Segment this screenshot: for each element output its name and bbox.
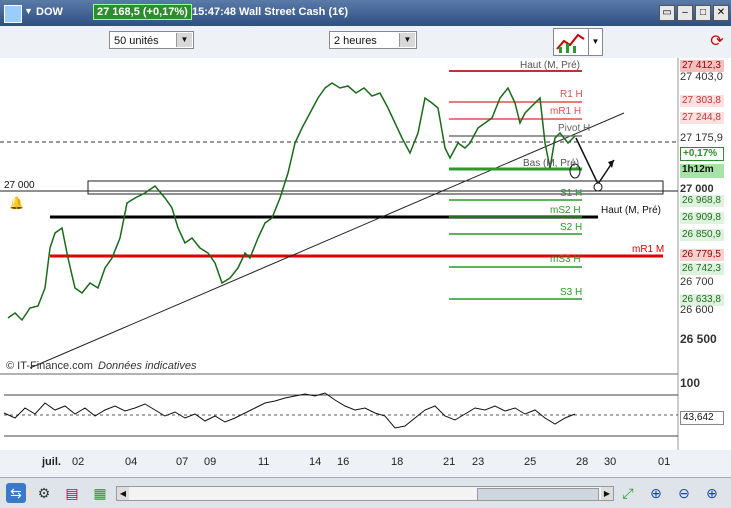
level-label-r1-h: R1 H <box>560 89 583 100</box>
restore-icon[interactable]: ▭ <box>659 5 675 21</box>
level-label-s1-h: S1 H <box>560 188 583 199</box>
x-label: 25 <box>524 456 537 468</box>
instrument-name: Wall Street Cash (1€) <box>239 6 349 18</box>
level-label-pivot-h: Pivot H <box>558 123 591 134</box>
share-icon[interactable]: ⇆ <box>6 483 26 503</box>
indicators-menu-button[interactable]: ▼ <box>588 28 603 56</box>
data-disclaimer: Données indicatives <box>98 360 197 372</box>
x-label: 18 <box>391 456 404 468</box>
zoom-in-icon[interactable]: ⊕ <box>702 483 722 503</box>
symbol-label[interactable]: DOW <box>36 6 63 18</box>
chart-area[interactable]: Haut (M, Pré) R1 H mR1 H Pivot H Bas (M,… <box>0 58 731 450</box>
units-select[interactable]: 50 unités ▼ <box>109 31 194 49</box>
price-26600: 26 600 <box>680 304 714 316</box>
price-27000: 27 000 <box>680 183 714 195</box>
maximize-icon[interactable]: □ <box>695 5 711 21</box>
level-label-mr1-h: mR1 H <box>550 106 582 117</box>
symbol-dropdown-icon[interactable]: ▼ <box>24 6 33 16</box>
price-26500: 26 500 <box>680 332 717 346</box>
time-axis <box>0 450 731 477</box>
price-mr1-m: 26 779,5 <box>680 249 724 261</box>
price-26700: 26 700 <box>680 276 714 288</box>
level-label-bas-h: Bas (M, Pré) <box>523 158 580 169</box>
x-label: 28 <box>576 456 589 468</box>
title-bar: ▼ DOW 27 168,5 (+0,17%) 15:47:48 Wall St… <box>0 0 731 26</box>
bell-icon[interactable]: 🔔 <box>9 196 24 210</box>
price-27403: 27 403,0 <box>680 71 723 83</box>
oscillator-value: 43,642 <box>680 411 724 425</box>
price-badge: 27 168,5 (+0,17%) <box>93 4 192 20</box>
zoom-out-icon[interactable]: ⊖ <box>674 483 694 503</box>
level-label-haut-h: Haut (M, Pré) <box>520 60 581 71</box>
bottom-toolbar: ⇆ ⚙ ▤ ▦ ◀ ▶ ⤢ ⊕ ⊖ ⊕ <box>0 477 731 508</box>
units-select-value: 50 unités <box>114 35 159 47</box>
price-s1: 26 968,8 <box>680 195 724 207</box>
x-label: 07 <box>176 456 189 468</box>
x-label: 01 <box>658 456 671 468</box>
toolbar: 50 unités ▼ 2 heures ▼ ▼ ⟳ <box>0 26 731 58</box>
app-icon <box>4 5 22 23</box>
chart-canvas <box>0 58 679 450</box>
copyright-label: © IT-Finance.com <box>6 360 93 372</box>
alert-settings-icon[interactable]: ⚙ <box>34 483 54 503</box>
price-ms3: 26 742,3 <box>680 263 724 275</box>
level-label-ms2-h: mS2 H <box>550 205 581 216</box>
horizontal-scrollbar[interactable]: ◀ ▶ <box>116 486 614 501</box>
print-icon[interactable]: ▤ <box>62 483 82 503</box>
chart-tools-icon <box>556 33 585 53</box>
x-label: 23 <box>472 456 485 468</box>
export-icon[interactable]: ▦ <box>90 483 110 503</box>
refresh-icon[interactable]: ⟳ <box>706 29 728 55</box>
chevron-down-icon[interactable]: ▼ <box>176 33 192 47</box>
level-label-mr1-m: mR1 M <box>632 244 665 255</box>
x-label: 04 <box>125 456 138 468</box>
oscillator-100: 100 <box>680 376 701 390</box>
clock-time: 15:47:48 <box>192 6 237 18</box>
x-label: 16 <box>337 456 350 468</box>
x-label: 02 <box>72 456 85 468</box>
price-r1: 27 303,8 <box>680 95 724 107</box>
period-select-value: 2 heures <box>334 35 377 47</box>
scroll-right-icon[interactable]: ▶ <box>601 487 613 500</box>
price-ms2: 26 909,8 <box>680 212 724 224</box>
minimize-icon[interactable]: – <box>677 5 693 21</box>
price-current: 27 175,9 <box>680 132 723 144</box>
scroll-left-icon[interactable]: ◀ <box>117 487 129 500</box>
period-select[interactable]: 2 heures ▼ <box>329 31 417 49</box>
level-label-ms3-h: mS3 H <box>550 254 581 265</box>
candle-timer: 1h12m <box>680 164 724 178</box>
x-label: 14 <box>309 456 322 468</box>
price-change: +0,17% <box>680 147 724 161</box>
x-label: 09 <box>204 456 217 468</box>
level-label-haut-m: Haut (M, Pré) <box>601 205 662 216</box>
zoom-fit-icon[interactable]: ⊕ <box>646 483 666 503</box>
fit-chart-icon[interactable]: ⤢ <box>618 483 638 503</box>
left-level-label: 27 000 <box>4 180 35 191</box>
level-label-s3-h: S3 H <box>560 287 583 298</box>
chevron-down-icon[interactable]: ▼ <box>399 33 415 47</box>
level-label-s2-h: S2 H <box>560 222 583 233</box>
close-icon[interactable]: ✕ <box>713 5 729 21</box>
indicators-button[interactable] <box>553 28 589 56</box>
x-label: 30 <box>604 456 617 468</box>
scroll-thumb[interactable] <box>477 488 599 501</box>
x-label: juil. <box>42 456 61 468</box>
x-label: 11 <box>258 456 270 468</box>
x-label: 21 <box>443 456 456 468</box>
price-mr1: 27 244,8 <box>680 112 724 124</box>
price-s2: 26 850,9 <box>680 229 724 241</box>
